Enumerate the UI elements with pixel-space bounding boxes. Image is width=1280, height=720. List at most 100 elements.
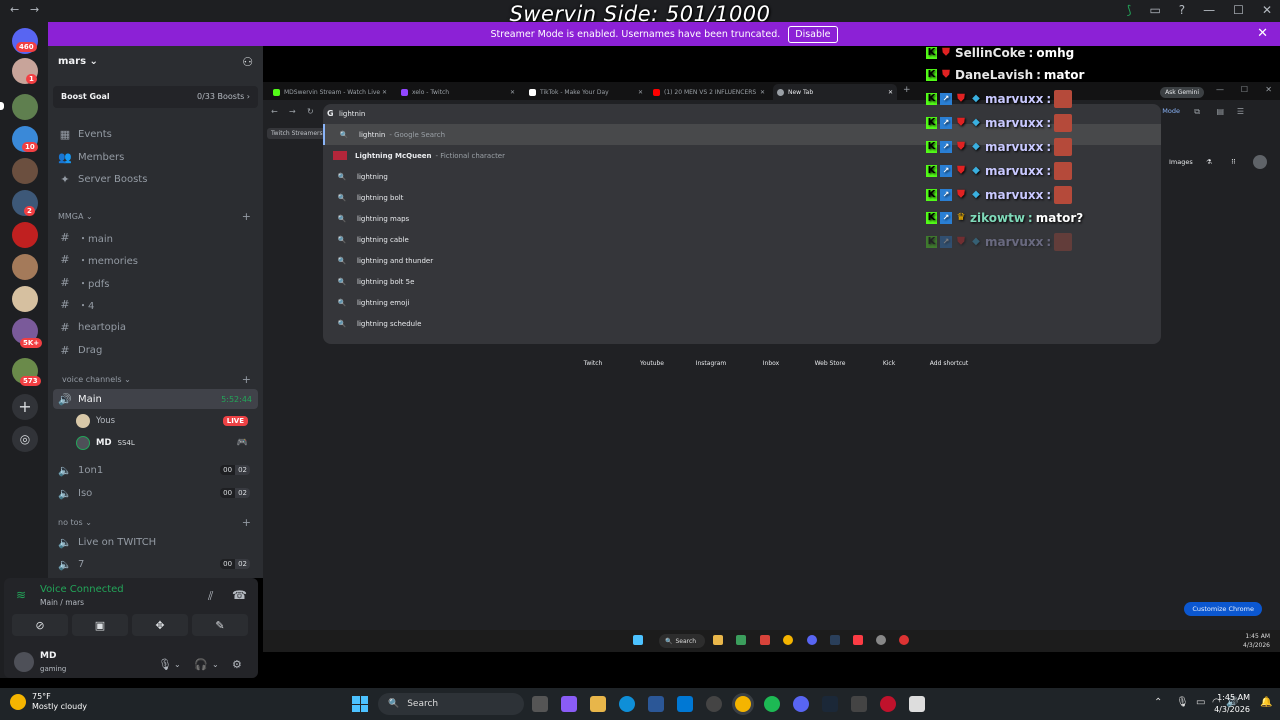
- shortcut-kick[interactable]: Kick: [864, 360, 914, 367]
- help-icon[interactable]: ?: [1179, 3, 1185, 17]
- voice-channel-7[interactable]: 🔈 7 00 02: [56, 554, 256, 574]
- forward-arrow-icon[interactable]: →: [289, 107, 296, 116]
- suggestion-item[interactable]: 🔍 lightning bolt 5e: [323, 271, 1161, 292]
- channel-members[interactable]: 👥 Members: [56, 147, 256, 167]
- invite-icon[interactable]: ⚇: [242, 55, 253, 69]
- server-icon[interactable]: [12, 94, 38, 120]
- close-window-button[interactable]: ✕: [1262, 3, 1272, 17]
- labs-icon[interactable]: ⚗: [1206, 158, 1212, 166]
- avatar[interactable]: [1253, 155, 1267, 169]
- suggestion-item[interactable]: 🔍 lightning emoji: [323, 292, 1161, 313]
- leaf-icon[interactable]: ⟆: [1127, 3, 1132, 17]
- channel-pdfs[interactable]: # ・pdfs: [56, 272, 256, 292]
- voice-user-yous[interactable]: Yous LIVE: [76, 412, 254, 430]
- app-icon[interactable]: [706, 696, 722, 712]
- weather-widget[interactable]: 75°F Mostly cloudy: [10, 692, 87, 712]
- shortcut-youtube[interactable]: Youtube: [627, 360, 677, 367]
- apps-grid-icon[interactable]: ⠿: [1231, 158, 1236, 166]
- file-explorer-icon[interactable]: [590, 696, 606, 712]
- voice-channel-main[interactable]: 🔊 Main 5:52:44: [53, 389, 258, 409]
- sidepanel-icon[interactable]: ▤: [1216, 107, 1224, 116]
- activities-button[interactable]: ✥: [132, 614, 188, 636]
- task-view-icon[interactable]: [532, 696, 548, 712]
- suggestion-item[interactable]: 🔍 lightning schedule: [323, 313, 1161, 334]
- channel-4[interactable]: # ・4: [56, 294, 256, 314]
- chevron-up-icon[interactable]: ⌃: [1154, 697, 1162, 708]
- suggestion-item[interactable]: 🔍 lightning and thunder: [323, 250, 1161, 271]
- maximize-button[interactable]: ☐: [1233, 3, 1244, 17]
- app-icon[interactable]: [909, 696, 925, 712]
- add-channel-icon[interactable]: +: [242, 516, 251, 529]
- back-arrow-icon[interactable]: ←: [271, 107, 278, 116]
- display-icon[interactable]: ▭: [1196, 697, 1205, 708]
- minimize-button[interactable]: —: [1203, 3, 1215, 17]
- browser-tab-active[interactable]: New Tab ✕: [773, 84, 897, 100]
- omnibox-input[interactable]: lightnin: [339, 110, 365, 118]
- voice-channel-live-on-twitch[interactable]: 🔈 Live on TWITCH: [56, 532, 256, 552]
- category-voice-channels[interactable]: voice channels ⌄: [62, 375, 131, 384]
- discord-icon[interactable]: [793, 696, 809, 712]
- store-icon[interactable]: [648, 696, 664, 712]
- server-name[interactable]: mars ⌄: [58, 56, 98, 67]
- steam-icon[interactable]: [822, 696, 838, 712]
- minimize-button[interactable]: —: [1216, 85, 1224, 94]
- close-tab-icon[interactable]: ✕: [638, 89, 643, 96]
- opera-icon[interactable]: [880, 696, 896, 712]
- screen-share-button[interactable]: ▣: [72, 614, 128, 636]
- shortcut-add[interactable]: Add shortcut: [923, 360, 975, 367]
- channel-memories[interactable]: # ・memories: [56, 249, 256, 269]
- headphones-icon[interactable]: 🎧: [194, 658, 208, 671]
- bookmark-twitch-streamers[interactable]: Twitch Streamers: [267, 128, 327, 139]
- discover-icon[interactable]: ◎: [12, 426, 38, 452]
- close-tab-icon[interactable]: ✕: [510, 89, 515, 96]
- channel-drag[interactable]: # Drag: [56, 340, 256, 360]
- close-tab-icon[interactable]: ✕: [382, 89, 387, 96]
- shortcut-instagram[interactable]: Instagram: [686, 360, 736, 367]
- close-banner-icon[interactable]: ✕: [1257, 26, 1268, 41]
- close-window-button[interactable]: ✕: [1265, 85, 1272, 94]
- browser-tab[interactable]: xelo - Twitch ✕: [397, 84, 519, 100]
- chrome-icon[interactable]: [735, 696, 751, 712]
- noise-suppression-icon[interactable]: ⫽: [208, 589, 213, 604]
- voice-connected-location[interactable]: Main / mars: [40, 598, 84, 607]
- server-icon[interactable]: [12, 158, 38, 184]
- new-tab-icon[interactable]: +: [903, 85, 911, 95]
- channel-heartopia[interactable]: # heartopia: [56, 317, 256, 337]
- voice-user-md[interactable]: MD SS4L 🎮: [76, 434, 254, 452]
- camera-off-button[interactable]: ⊘: [12, 614, 68, 636]
- browser-tab[interactable]: (1) 20 MEN VS 2 INFLUENCERS ✕: [649, 84, 769, 100]
- soundboard-button[interactable]: ✎: [192, 614, 248, 636]
- mail-icon[interactable]: [677, 696, 693, 712]
- current-user-name[interactable]: MD: [40, 651, 56, 661]
- system-clock[interactable]: 1:45 AM 4/3/2026: [1214, 692, 1250, 716]
- channel-main[interactable]: # ・main: [56, 227, 256, 247]
- taskbar-search[interactable]: 🔍 Search: [378, 693, 524, 715]
- chevron-down-icon[interactable]: ⌄: [212, 660, 219, 669]
- voice-connected-status[interactable]: Voice Connected: [40, 584, 124, 595]
- signal-icon[interactable]: ≋: [16, 588, 26, 602]
- server-icon[interactable]: [12, 286, 38, 312]
- add-channel-icon[interactable]: +: [242, 373, 251, 386]
- menu-icon[interactable]: ☰: [1237, 107, 1244, 116]
- shortcut-web-store[interactable]: Web Store: [805, 360, 855, 367]
- images-link[interactable]: Images: [1169, 158, 1193, 166]
- add-server-icon[interactable]: +: [12, 394, 38, 420]
- server-icon[interactable]: [12, 222, 38, 248]
- copilot-icon[interactable]: [561, 696, 577, 712]
- inbox-icon[interactable]: ▭: [1149, 3, 1160, 17]
- channel-server-boosts[interactable]: ✦ Server Boosts: [56, 169, 256, 189]
- voice-channel-iso[interactable]: 🔈 Iso 00 02: [56, 483, 256, 503]
- app-icon[interactable]: [851, 696, 867, 712]
- shortcut-inbox[interactable]: Inbox: [746, 360, 796, 367]
- spotify-icon[interactable]: [764, 696, 780, 712]
- microphone-icon[interactable]: 🎙: [1176, 697, 1189, 708]
- category-mmga[interactable]: MMGA ⌄: [58, 212, 93, 221]
- edge-icon[interactable]: [619, 696, 635, 712]
- disconnect-icon[interactable]: ☎: [232, 588, 247, 602]
- chevron-down-icon[interactable]: ⌄: [174, 660, 181, 669]
- browser-tab[interactable]: MDSwervin Stream - Watch Live ✕: [269, 84, 391, 100]
- browser-tab[interactable]: TikTok - Make Your Day ✕: [525, 84, 647, 100]
- ask-gemini-button[interactable]: Ask Gemini: [1160, 87, 1204, 98]
- windows-start-button[interactable]: [352, 696, 368, 712]
- extensions-icon[interactable]: ⧉: [1194, 107, 1200, 117]
